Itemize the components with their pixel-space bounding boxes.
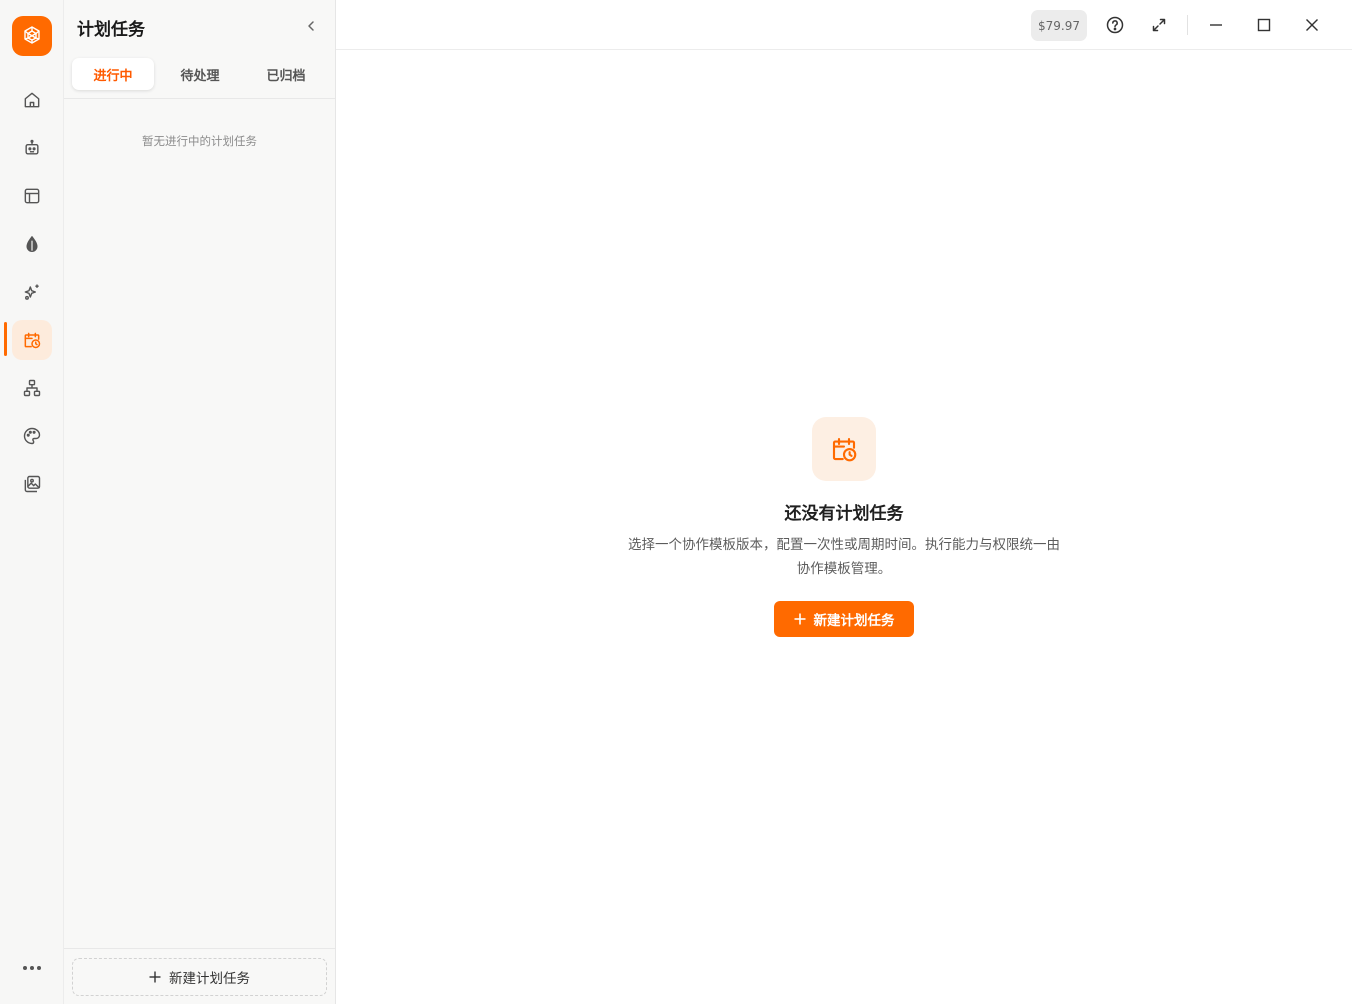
fullscreen-button[interactable] bbox=[1146, 12, 1172, 38]
minimize-button[interactable] bbox=[1203, 12, 1229, 38]
panel-footer-divider bbox=[64, 948, 335, 949]
close-icon bbox=[1306, 19, 1318, 31]
sparkles-icon bbox=[24, 284, 39, 300]
title-bar: $79.97 bbox=[336, 0, 1352, 50]
new-task-button[interactable]: 新建计划任务 bbox=[774, 601, 914, 637]
maximize-icon bbox=[1257, 18, 1271, 32]
empty-state-desc-line2: 协作模板管理。 bbox=[796, 561, 892, 577]
tab-pending[interactable]: 待处理 bbox=[159, 58, 241, 90]
more-dots-icon bbox=[23, 966, 41, 970]
active-indicator bbox=[4, 322, 7, 356]
robot-icon bbox=[25, 139, 39, 155]
help-button[interactable] bbox=[1102, 12, 1128, 38]
panel-title: 计划任务 bbox=[77, 20, 145, 40]
maximize-button[interactable] bbox=[1251, 12, 1277, 38]
palette-icon bbox=[23, 427, 41, 445]
plus-icon bbox=[794, 613, 805, 625]
nav-org[interactable] bbox=[12, 368, 52, 408]
panel-divider bbox=[64, 98, 335, 99]
new-task-button-label: 新建计划任务 bbox=[813, 613, 895, 629]
tab-in-progress[interactable]: 进行中 bbox=[72, 58, 154, 90]
plus-icon bbox=[149, 971, 161, 983]
minimize-icon bbox=[1210, 24, 1222, 26]
collapse-panel-button[interactable] bbox=[302, 17, 320, 35]
help-icon bbox=[1106, 16, 1124, 34]
nav-scheduled-tasks[interactable] bbox=[12, 320, 52, 360]
calendar-clock-icon bbox=[24, 332, 41, 349]
empty-state-icon-box bbox=[812, 417, 876, 481]
nav-layout[interactable] bbox=[12, 176, 52, 216]
new-task-sidebar-label: 新建计划任务 bbox=[169, 971, 250, 987]
layout-icon bbox=[24, 188, 40, 204]
titlebar-separator bbox=[1187, 15, 1188, 35]
balance-badge[interactable]: $79.97 bbox=[1031, 10, 1087, 41]
home-icon bbox=[24, 92, 40, 108]
tab-archived[interactable]: 已归档 bbox=[245, 58, 327, 90]
app-window: 计划任务 进行中 待处理 已归档 暂无进行中的计划任务 新建计划任务 $79.9… bbox=[0, 0, 1352, 1004]
nav-theme[interactable] bbox=[12, 416, 52, 456]
empty-state-title: 还没有计划任务 bbox=[784, 504, 904, 524]
images-icon bbox=[24, 475, 41, 493]
nav-skills[interactable] bbox=[12, 272, 52, 312]
expand-icon bbox=[1152, 18, 1166, 32]
new-task-sidebar-button[interactable]: 新建计划任务 bbox=[72, 958, 327, 996]
chevron-left-icon bbox=[308, 21, 314, 31]
leaf-icon bbox=[26, 236, 38, 252]
nav-gallery[interactable] bbox=[12, 464, 52, 504]
app-logo[interactable] bbox=[12, 16, 52, 56]
nav-rail bbox=[0, 0, 64, 1004]
empty-list-text: 暂无进行中的计划任务 bbox=[142, 134, 257, 148]
nav-home[interactable] bbox=[12, 80, 52, 120]
close-button[interactable] bbox=[1299, 12, 1325, 38]
calendar-clock-icon bbox=[832, 437, 857, 462]
nav-knowledge[interactable] bbox=[12, 224, 52, 264]
org-chart-icon bbox=[23, 379, 41, 397]
nav-agents[interactable] bbox=[12, 128, 52, 168]
empty-state-description: 选择一个协作模板版本，配置一次性或周期时间。执行能力与权限统一由 协作模板管理。 bbox=[612, 533, 1076, 581]
network-logo-icon bbox=[24, 26, 40, 44]
task-status-tabs: 进行中 待处理 已归档 bbox=[72, 58, 328, 90]
more-button[interactable] bbox=[12, 948, 52, 988]
task-panel: 计划任务 进行中 待处理 已归档 暂无进行中的计划任务 新建计划任务 bbox=[64, 0, 336, 1004]
panel-header: 计划任务 bbox=[64, 0, 335, 50]
empty-state-desc-line1: 选择一个协作模板版本，配置一次性或周期时间。执行能力与权限统一由 bbox=[628, 537, 1060, 553]
